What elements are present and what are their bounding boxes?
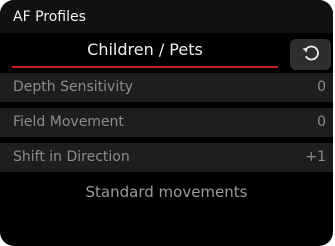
setting-row-shift-in-direction[interactable]: Shift in Direction +1 (0, 143, 333, 172)
profile-name[interactable]: Children / Pets (12, 35, 278, 65)
setting-row-depth-sensitivity[interactable]: Depth Sensitivity 0 (0, 73, 333, 102)
camera-menu-screen: AF Profiles Children / Pets Depth Sensit… (0, 0, 333, 246)
reset-icon (300, 42, 322, 68)
setting-value: 0 (317, 79, 326, 95)
reset-button[interactable] (290, 39, 331, 70)
setting-row-field-movement[interactable]: Field Movement 0 (0, 108, 333, 137)
setting-value: +1 (305, 149, 326, 165)
setting-label: Depth Sensitivity (13, 79, 133, 95)
setting-label: Field Movement (13, 114, 124, 130)
setting-label: Shift in Direction (13, 149, 130, 165)
selection-underline (12, 66, 278, 68)
setting-value: 0 (317, 114, 326, 130)
profile-description: Standard movements (85, 183, 248, 201)
menu-header: AF Profiles (0, 0, 333, 33)
menu-title: AF Profiles (13, 9, 86, 25)
